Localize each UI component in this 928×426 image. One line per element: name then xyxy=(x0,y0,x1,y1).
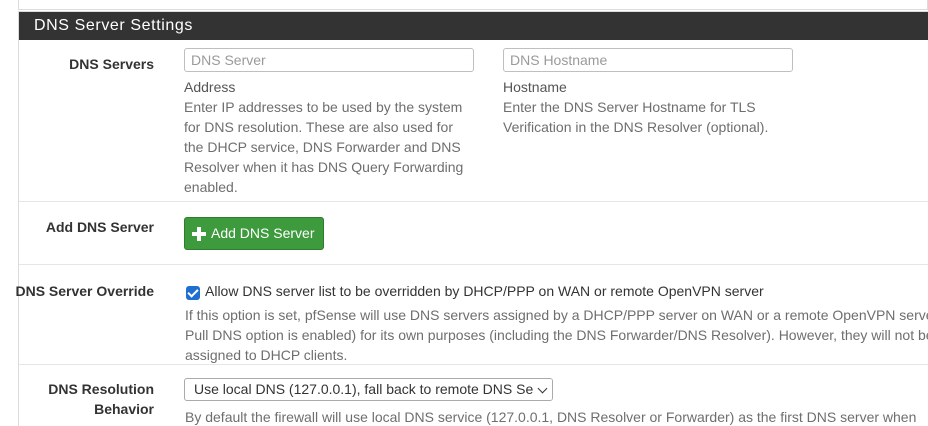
dns-server-override-label: DNS Server Override xyxy=(15,283,154,299)
add-dns-server-label: Add DNS Server xyxy=(45,219,154,235)
address-help-text: Enter IP addresses to be used by the sys… xyxy=(184,97,484,197)
dns-resolution-label-line: Behavior xyxy=(94,401,154,417)
dns-servers-row: DNS Servers Address Enter IP addresses t… xyxy=(19,40,928,202)
dns-hostname-input[interactable] xyxy=(503,48,793,72)
address-help-line: Enter IP addresses to be used by the sys… xyxy=(184,99,463,115)
add-dns-server-button[interactable]: Add DNS Server xyxy=(184,217,325,250)
override-help-line: Pull DNS option is enabled) for its own … xyxy=(185,327,928,343)
address-help-line: enabled. xyxy=(184,179,238,195)
dns-server-settings-panel: DNS Server Settings DNS Servers Address … xyxy=(15,11,928,426)
previous-panel-edge xyxy=(18,0,928,10)
hostname-help-text: Enter the DNS Server Hostname for TLS Ve… xyxy=(503,97,803,137)
hostname-help-line: Verification in the DNS Resolver (option… xyxy=(503,119,769,135)
address-help-line: the DHCP service, DNS Forwarder and DNS xyxy=(184,139,461,155)
dns-resolution-selected-value: Use local DNS (127.0.0.1), fall back to … xyxy=(194,381,552,397)
dns-servers-label: DNS Servers xyxy=(69,56,154,72)
override-help-text: If this option is set, pfSense will use … xyxy=(185,305,928,365)
hostname-sub-label: Hostname xyxy=(503,79,567,95)
dns-resolution-help-text: By default the firewall will use local D… xyxy=(185,409,917,425)
address-help-line: Resolver when it has DNS Query Forwardin… xyxy=(184,159,464,175)
override-checkbox[interactable] xyxy=(186,286,200,300)
panel-title: DNS Server Settings xyxy=(19,12,928,40)
hostname-help-line: Enter the DNS Server Hostname for TLS xyxy=(503,99,756,115)
dns-resolution-label: DNS Resolution Behavior xyxy=(4,379,154,419)
add-dns-server-row: Add DNS Server Add DNS Server xyxy=(19,202,928,265)
address-help-line: for DNS resolution. These are also used … xyxy=(184,119,453,135)
add-dns-server-button-label: Add DNS Server xyxy=(211,225,315,241)
address-sub-label: Address xyxy=(184,79,236,95)
plus-icon xyxy=(192,227,206,241)
dns-resolution-select[interactable]: Use local DNS (127.0.0.1), fall back to … xyxy=(184,378,553,401)
dns-resolution-behavior-row: DNS Resolution Behavior Use local DNS (1… xyxy=(19,365,928,426)
override-help-line: If this option is set, pfSense will use … xyxy=(185,307,928,323)
dns-server-override-row: DNS Server Override Allow DNS server lis… xyxy=(15,265,928,365)
override-checkbox-text: Allow DNS server list to be overridden b… xyxy=(205,283,764,299)
dns-server-address-input[interactable] xyxy=(184,48,474,72)
dns-resolution-label-line: DNS Resolution xyxy=(48,381,154,397)
override-help-line: assigned to DHCP clients. xyxy=(185,347,348,363)
